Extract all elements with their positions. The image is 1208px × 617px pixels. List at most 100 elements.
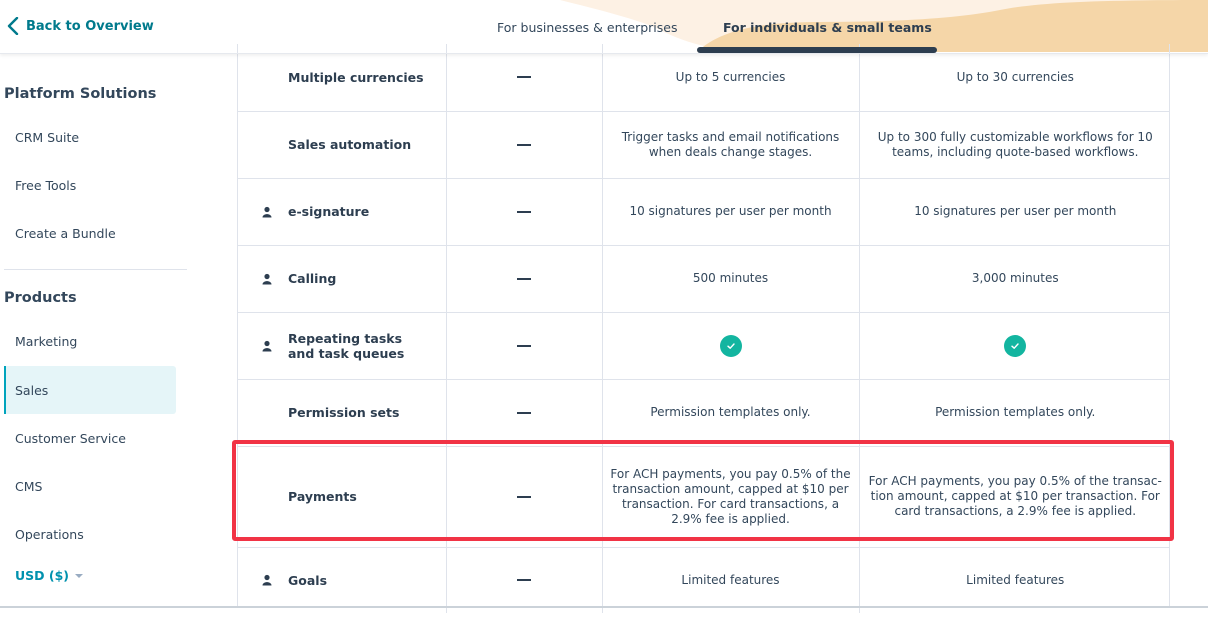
dash-icon xyxy=(517,495,531,498)
starter-cell: 500 minutes xyxy=(602,245,860,313)
table-row: Payments For ACH payments, you pay 0.5% … xyxy=(238,446,1171,548)
feature-cell: Payments xyxy=(238,446,447,548)
pro-cell: Limited features xyxy=(859,547,1171,613)
free-cell xyxy=(446,312,603,380)
pro-cell: Permission templates only. xyxy=(859,379,1171,447)
cell-text: Up to 5 currencies xyxy=(675,69,786,84)
feature-cell: Calling xyxy=(238,245,447,313)
dash-icon xyxy=(517,411,531,414)
tab-businesses-enterprises[interactable]: For businesses & enterprises xyxy=(497,20,678,35)
sidebar-item-create-bundle[interactable]: Create a Bundle xyxy=(4,209,176,257)
sidebar: Platform Solutions CRM Suite Free Tools … xyxy=(0,54,237,607)
feature-cell: Permission sets xyxy=(238,379,447,447)
free-cell xyxy=(446,178,603,246)
free-cell xyxy=(446,446,603,548)
pro-cell xyxy=(859,312,1171,380)
free-cell xyxy=(446,547,603,613)
starter-cell: Trigger tasks and email notifications wh… xyxy=(602,111,860,179)
free-cell xyxy=(446,111,603,179)
user-icon xyxy=(262,206,272,217)
sidebar-item-crm-suite[interactable]: CRM Suite xyxy=(4,113,176,161)
cell-text: 10 signatures per user per month xyxy=(629,204,832,218)
cell-text: Limited features xyxy=(681,572,780,587)
table-row: Multiple currencies Up to 5 currencies U… xyxy=(238,44,1171,112)
free-cell xyxy=(446,379,603,447)
platform-solutions-heading: Platform Solutions xyxy=(4,86,157,102)
pro-cell: Up to 30 currencies xyxy=(859,44,1171,112)
feature-name: Sales automation xyxy=(288,137,412,152)
cell-text: Permission templates only. xyxy=(935,405,1096,419)
feature-cell: Goals xyxy=(238,547,447,613)
cell-text: Permission templates only. xyxy=(650,405,811,419)
starter-cell: Permission templates only. xyxy=(602,379,860,447)
sidebar-item-marketing[interactable]: Marketing xyxy=(4,317,176,365)
sidebar-divider xyxy=(4,269,187,270)
active-tab-indicator xyxy=(697,47,937,53)
cell-text: For ACH payments, you pay 0.5% of the tr… xyxy=(868,474,1162,518)
top-bar: Back to Overview For businesses & enterp… xyxy=(0,0,1208,54)
bottom-edge xyxy=(0,606,1208,608)
feature-name: Permission sets xyxy=(288,405,400,420)
sidebar-item-cms[interactable]: CMS xyxy=(4,462,176,510)
table-row: Sales automation Trigger tasks and email… xyxy=(238,111,1171,179)
dash-icon xyxy=(517,277,531,280)
cell-text: 3,000 minutes xyxy=(971,271,1059,285)
cell-text: For ACH payments, you pay 0.5% of the tr… xyxy=(610,466,851,526)
currency-label: USD ($) xyxy=(15,568,70,583)
table-row: Goals Limited features Limited features xyxy=(238,547,1171,613)
feature-name: e-signature xyxy=(288,204,370,219)
sidebar-item-customer-service[interactable]: Customer Service xyxy=(4,414,176,462)
table-row: Permission sets Permission templates onl… xyxy=(238,379,1171,447)
pro-cell: 3,000 minutes xyxy=(859,245,1171,313)
pro-cell: 10 signatures per user per month xyxy=(859,178,1171,246)
starter-cell xyxy=(602,312,860,380)
table-row: Calling 500 minutes 3,000 minutes xyxy=(238,245,1171,313)
starter-cell: For ACH payments, you pay 0.5% of the tr… xyxy=(602,446,860,548)
sidebar-item-free-tools[interactable]: Free Tools xyxy=(4,161,176,209)
dash-icon xyxy=(517,76,531,79)
sidebar-item-operations[interactable]: Operations xyxy=(4,510,176,558)
starter-cell: Limited features xyxy=(602,547,860,613)
dash-icon xyxy=(517,344,531,347)
dash-icon xyxy=(517,143,531,146)
starter-cell: Up to 5 currencies xyxy=(602,44,860,112)
cell-text: Trigger tasks and email notifications wh… xyxy=(621,129,840,159)
table-right-gutter xyxy=(1170,54,1208,607)
check-icon xyxy=(719,334,742,357)
chevron-left-icon xyxy=(7,17,19,35)
free-cell xyxy=(446,44,603,112)
free-cell xyxy=(446,245,603,313)
feature-name: Goals xyxy=(288,572,328,588)
back-to-overview-link[interactable]: Back to Overview xyxy=(6,17,154,35)
feature-name: Calling xyxy=(288,271,337,286)
table-row: e-signature 10 signatures per user per m… xyxy=(238,178,1171,246)
cell-text: Limited features xyxy=(966,572,1065,587)
user-icon xyxy=(262,340,272,351)
feature-name: Payments xyxy=(288,489,357,504)
cell-text: Up to 30 currencies xyxy=(956,69,1074,84)
cell-text: 500 minutes xyxy=(692,271,769,285)
user-icon xyxy=(262,273,272,284)
back-label: Back to Overview xyxy=(26,18,154,34)
currency-selector[interactable]: USD ($) xyxy=(15,568,84,583)
dash-icon xyxy=(517,579,531,582)
user-icon xyxy=(262,575,272,586)
pro-cell: For ACH payments, you pay 0.5% of the tr… xyxy=(859,446,1171,548)
feature-cell: Multiple currencies xyxy=(238,44,447,112)
products-heading: Products xyxy=(4,290,77,306)
feature-name: Multiple currencies xyxy=(288,69,424,85)
sidebar-item-sales[interactable]: Sales xyxy=(4,366,176,414)
check-icon xyxy=(1004,334,1027,357)
caret-down-icon xyxy=(75,573,84,578)
dash-icon xyxy=(517,210,531,213)
cell-text: Up to 300 fully customizable workflows f… xyxy=(877,129,1153,159)
starter-cell: 10 signatures per user per month xyxy=(602,178,860,246)
comparison-table: Multiple currencies Up to 5 currencies U… xyxy=(237,44,1171,613)
feature-name: Repeating tasks and task queues xyxy=(288,330,405,361)
feature-cell: Sales automation xyxy=(238,111,447,179)
feature-cell: e-signature xyxy=(238,178,447,246)
cell-text: 10 signatures per user per month xyxy=(914,204,1117,218)
table-row: Repeating tasks and task queues xyxy=(238,312,1171,380)
tab-individuals-small-teams[interactable]: For individuals & small teams xyxy=(723,20,932,35)
feature-cell: Repeating tasks and task queues xyxy=(238,312,447,380)
